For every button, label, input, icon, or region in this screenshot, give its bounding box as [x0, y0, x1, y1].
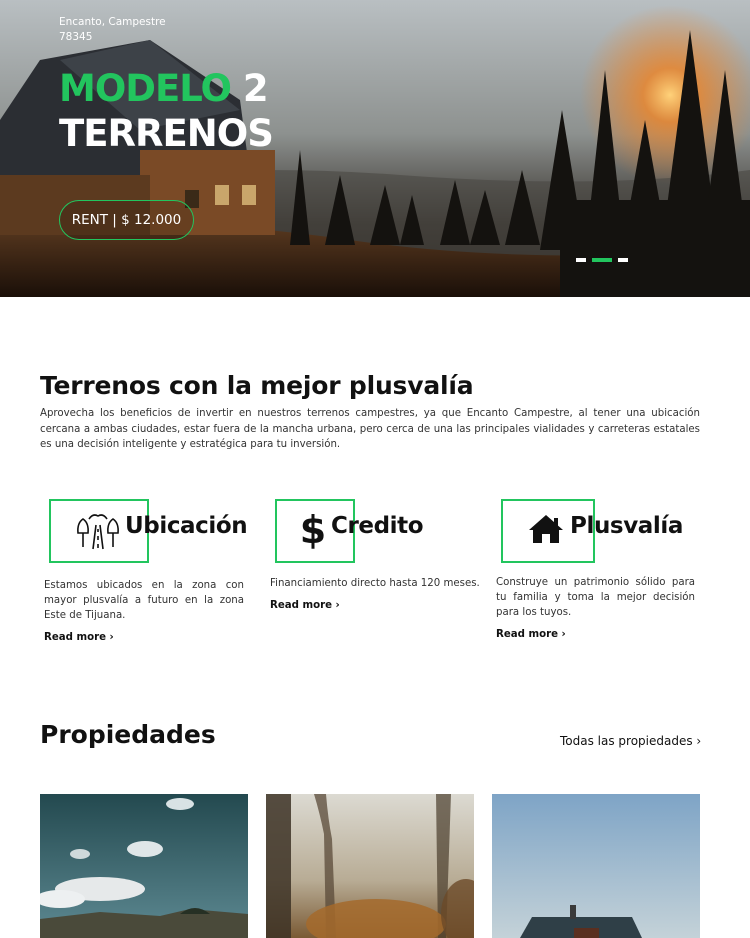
property-image-1: [40, 794, 248, 938]
property-card-2[interactable]: [266, 794, 474, 938]
feature-title: Plusvalía: [570, 513, 684, 539]
property-card-1[interactable]: [40, 794, 248, 938]
hero-title-line2: TERRENOS: [59, 112, 274, 155]
hero-address: Encanto, Campestre 78345: [59, 15, 166, 45]
slider-dot-1[interactable]: [576, 258, 586, 262]
slider-dots: [576, 258, 628, 262]
feature-title: Ubicación: [125, 513, 248, 539]
address-line-1: Encanto, Campestre: [59, 16, 166, 28]
hero-title-number: 2: [230, 67, 269, 110]
read-more-link[interactable]: Read more ›: [496, 629, 566, 640]
feature-description: Construye un patrimonio sólido para tu f…: [496, 577, 695, 618]
address-line-2: 78345: [59, 31, 93, 43]
hero-title-model: MODELO: [59, 67, 232, 110]
hero-banner: Encanto, Campestre 78345 MODELO 2 TERREN…: [0, 0, 750, 297]
dollar-icon: $: [299, 508, 327, 552]
house-icon: [527, 512, 565, 546]
feature-description: Estamos ubicados en la zona con mayor pl…: [44, 580, 244, 621]
slider-dot-3[interactable]: [618, 258, 628, 262]
intro-text: Aprovecha los beneficios de invertir en …: [40, 408, 700, 450]
all-properties-link[interactable]: Todas las propiedades ›: [560, 734, 701, 748]
hero-title: MODELO 2 TERRENOS: [59, 66, 274, 156]
read-more-link[interactable]: Read more ›: [270, 600, 340, 611]
road-trees-icon: [74, 510, 122, 552]
read-more-link[interactable]: Read more ›: [44, 632, 114, 643]
property-card-3[interactable]: [492, 794, 700, 938]
intro-title: Terrenos con la mejor plusvalía: [40, 371, 474, 400]
slider-dot-2[interactable]: [592, 258, 612, 262]
properties-title: Propiedades: [40, 720, 216, 749]
property-image-3: [492, 794, 700, 938]
property-image-2: [266, 794, 474, 938]
feature-title: Credito: [331, 513, 424, 539]
rent-price-button[interactable]: RENT | $ 12.000: [59, 200, 194, 240]
feature-description: Financiamiento directo hasta 120 meses.: [270, 578, 480, 589]
